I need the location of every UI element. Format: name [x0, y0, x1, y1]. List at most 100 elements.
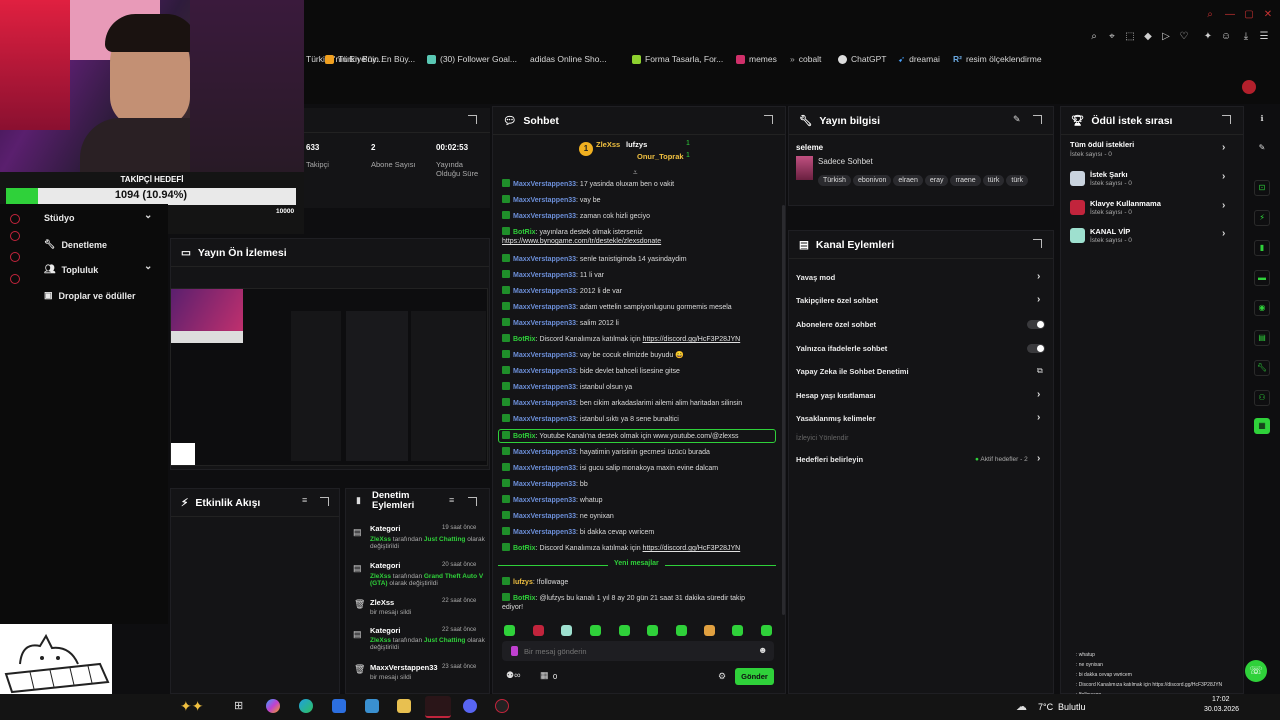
edit-icon[interactable]: ✎	[1013, 114, 1021, 125]
file-explorer-icon[interactable]	[397, 699, 411, 713]
chat-link[interactable]: https://discord.gg/HcF3P28JYN	[643, 336, 741, 343]
top-user[interactable]: lufzys	[626, 140, 647, 149]
reward-label[interactable]: İstek Şarkı	[1090, 170, 1128, 179]
bookmark[interactable]: (30) Follower Goal...	[427, 52, 517, 66]
chevron-right-icon[interactable]: ›	[1037, 271, 1040, 282]
tag[interactable]: türk	[982, 175, 1005, 186]
rail-wrench-icon[interactable]: 🔧︎	[1254, 360, 1270, 376]
popout-icon[interactable]	[468, 115, 477, 124]
popout-icon[interactable]	[320, 497, 329, 506]
bookmark[interactable]: memes	[736, 52, 777, 66]
app-icon[interactable]	[365, 699, 379, 713]
filter-icon[interactable]: ≡	[449, 495, 454, 505]
clock-time[interactable]: 17:02	[1212, 696, 1230, 703]
nav-moderation[interactable]: 🔧︎ Denetleme	[44, 239, 107, 250]
widgets-icon[interactable]: ✦✦	[180, 699, 214, 713]
popout-icon[interactable]	[1033, 115, 1042, 124]
chevron-down-icon[interactable]: ⌄	[144, 261, 152, 272]
tag[interactable]: ebonivon	[852, 175, 892, 186]
tag[interactable]: rraene	[950, 175, 981, 186]
tag[interactable]: Türkish	[818, 175, 851, 186]
info-icon[interactable]: ℹ	[1254, 112, 1270, 128]
all-rewards-label[interactable]: Tüm ödül istekleri	[1070, 140, 1134, 149]
chevron-right-icon[interactable]: ›	[1037, 412, 1040, 423]
popout-icon[interactable]	[764, 115, 773, 124]
emote-icon[interactable]	[533, 625, 544, 636]
emoji-icon[interactable]: ☻	[758, 645, 767, 655]
emote-icon[interactable]	[676, 625, 687, 636]
emote-icon[interactable]	[561, 625, 572, 636]
tag[interactable]: türk	[1006, 175, 1029, 186]
external-link-icon[interactable]: ⧉	[1037, 366, 1043, 376]
shield-icon[interactable]: ◆	[1142, 31, 1154, 43]
tag[interactable]: eray	[924, 175, 949, 186]
chevron-right-icon[interactable]: ›	[1222, 171, 1225, 182]
minimize-icon[interactable]: ⌕	[1204, 9, 1216, 21]
reward-label[interactable]: KANAL VİP	[1090, 227, 1130, 236]
chat-link[interactable]: https://www.bynogame.com/tr/destekle/zle…	[502, 237, 661, 246]
pin-icon[interactable]: ⌖	[1106, 31, 1118, 43]
emote-icon[interactable]	[761, 625, 772, 636]
restore-icon[interactable]: —	[1224, 9, 1236, 21]
chevron-right-icon[interactable]: ›	[1222, 228, 1225, 239]
top-user[interactable]: Onur_Toprak	[637, 152, 684, 161]
emote-icon[interactable]	[647, 625, 658, 636]
chevron-right-icon[interactable]: ›	[1222, 200, 1225, 211]
bookmark[interactable]: adidas Online Sho...	[530, 52, 607, 66]
action-banned-words[interactable]: Yasaklanmış kelimeler	[796, 414, 876, 423]
nav-diamond-icon[interactable]	[10, 252, 20, 262]
rail-chat-icon[interactable]: ▬	[1254, 270, 1270, 286]
popout-icon[interactable]	[1222, 115, 1231, 124]
emote-icon[interactable]	[504, 625, 515, 636]
heart-icon[interactable]: ♡	[1178, 31, 1190, 43]
emote-icon[interactable]	[704, 625, 715, 636]
filter-icon[interactable]: ≡	[302, 495, 307, 505]
rail-camera-icon[interactable]: ⊡	[1254, 180, 1270, 196]
collapse-icon[interactable]: ⩡	[633, 168, 638, 178]
reward-label[interactable]: Klavye Kullanmama	[1090, 199, 1161, 208]
settings-icon[interactable]	[10, 274, 20, 284]
bookmark[interactable]: Forma Tasarla, For...	[632, 52, 723, 66]
copilot-icon[interactable]	[266, 699, 280, 713]
store-icon[interactable]	[332, 699, 346, 713]
chevron-down-icon[interactable]: ⌄	[144, 210, 152, 221]
discord-icon[interactable]	[463, 699, 477, 713]
action-account-age[interactable]: Hesap yaşı kısıtlaması	[796, 391, 876, 400]
rail-actions-icon[interactable]: ▤	[1254, 330, 1270, 346]
stream-preview-video[interactable]	[170, 288, 488, 466]
opera-gx-icon[interactable]	[425, 696, 451, 718]
maximize-icon[interactable]: ▢	[1243, 9, 1255, 21]
emote-icon[interactable]	[732, 625, 743, 636]
emote-only-toggle[interactable]	[1027, 344, 1045, 353]
weather-icon[interactable]: ☁︎	[1016, 700, 1027, 713]
rail-log-icon[interactable]: ▮	[1254, 240, 1270, 256]
bookmark[interactable]: ➹ dreamai	[898, 52, 940, 66]
action-followers-only[interactable]: Takipçilere özel sohbet	[796, 296, 878, 305]
bookmark[interactable]: R² resim ölçeklendirme	[953, 52, 1042, 66]
chevron-right-icon[interactable]: ›	[1037, 294, 1040, 305]
chevron-right-icon[interactable]: ›	[1222, 142, 1225, 153]
chat-input[interactable]	[524, 644, 754, 658]
user-avatar[interactable]	[1242, 80, 1256, 94]
emote-icon[interactable]	[619, 625, 630, 636]
action-ai-moderation[interactable]: Yapay Zeka ile Sohbet Denetimi	[796, 367, 909, 376]
zoom-icon[interactable]: ⌕	[1088, 31, 1100, 43]
edit-icon[interactable]: ✎	[1254, 141, 1270, 157]
clock-date[interactable]: 30.03.2026	[1204, 706, 1239, 713]
send-button[interactable]: Gönder	[735, 668, 774, 685]
chat-link[interactable]: https://discord.gg/HcF3P28JYN	[643, 545, 741, 552]
chevron-right-icon[interactable]: ›	[1037, 389, 1040, 400]
rail-people-icon[interactable]: ⚇	[1254, 390, 1270, 406]
rail-broadcast-icon[interactable]: ◉	[1254, 300, 1270, 316]
play-icon[interactable]: ▷	[1160, 31, 1172, 43]
menu-icon[interactable]: ☰	[1258, 31, 1270, 43]
chat-scrollbar[interactable]	[782, 205, 785, 615]
emote-icon[interactable]	[590, 625, 601, 636]
rail-rewards-icon[interactable]: ▦	[1254, 418, 1270, 434]
extensions-icon[interactable]: ✦	[1202, 31, 1214, 43]
task-view-icon[interactable]: ⊞	[234, 699, 248, 713]
nav-drops[interactable]: ▣ Droplar ve ödüller	[44, 290, 136, 301]
bookmark[interactable]: ChatGPT	[838, 52, 886, 66]
tag[interactable]: elraen	[893, 175, 923, 186]
popout-icon[interactable]	[468, 497, 477, 506]
